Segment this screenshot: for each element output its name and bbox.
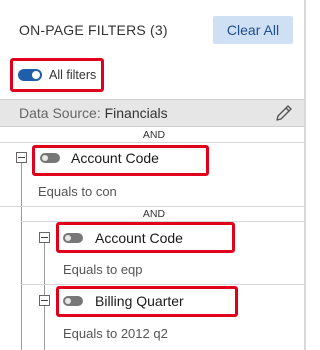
divider [0,206,306,207]
data-source-label: Data Source: Financials [19,105,168,121]
collapse-minus-icon[interactable] [39,295,50,306]
on-page-filters-panel: ON-PAGE FILTERS (3) Clear All All filter… [0,0,306,350]
filter-condition: Equals to 2012 q2 [63,326,168,341]
panel-title: ON-PAGE FILTERS (3) [19,22,168,38]
filter-condition: Equals to eqp [63,262,143,277]
all-filters-label: All filters [49,68,97,82]
toggle-switch-off-icon[interactable] [40,153,60,163]
divider [21,221,306,222]
data-source-name: Financials [104,105,168,121]
filter-condition: Equals to con [38,184,117,199]
all-filters-toggle[interactable]: All filters [10,58,104,92]
collapse-minus-icon[interactable] [16,152,27,163]
panel-header: ON-PAGE FILTERS (3) Clear All [0,0,306,60]
toggle-switch-off-icon[interactable] [63,233,83,243]
and-operator-label: AND [142,208,166,220]
toggle-switch-on-icon[interactable] [18,69,42,81]
pencil-edit-icon[interactable] [273,102,295,124]
filter-account-code[interactable]: Account Code [95,230,183,246]
data-source-bar: Data Source: Financials [0,99,306,127]
tree-connector-line [21,163,22,350]
divider [21,284,306,285]
clear-all-button[interactable]: Clear All [213,16,293,44]
filter-billing-quarter[interactable]: Billing Quarter [95,293,184,309]
filter-account-code[interactable]: Account Code [71,150,159,166]
panel-right-border [304,0,306,350]
collapse-minus-icon[interactable] [39,232,50,243]
toggle-switch-off-icon[interactable] [63,296,83,306]
divider [0,142,306,143]
and-operator-label: AND [142,129,166,141]
